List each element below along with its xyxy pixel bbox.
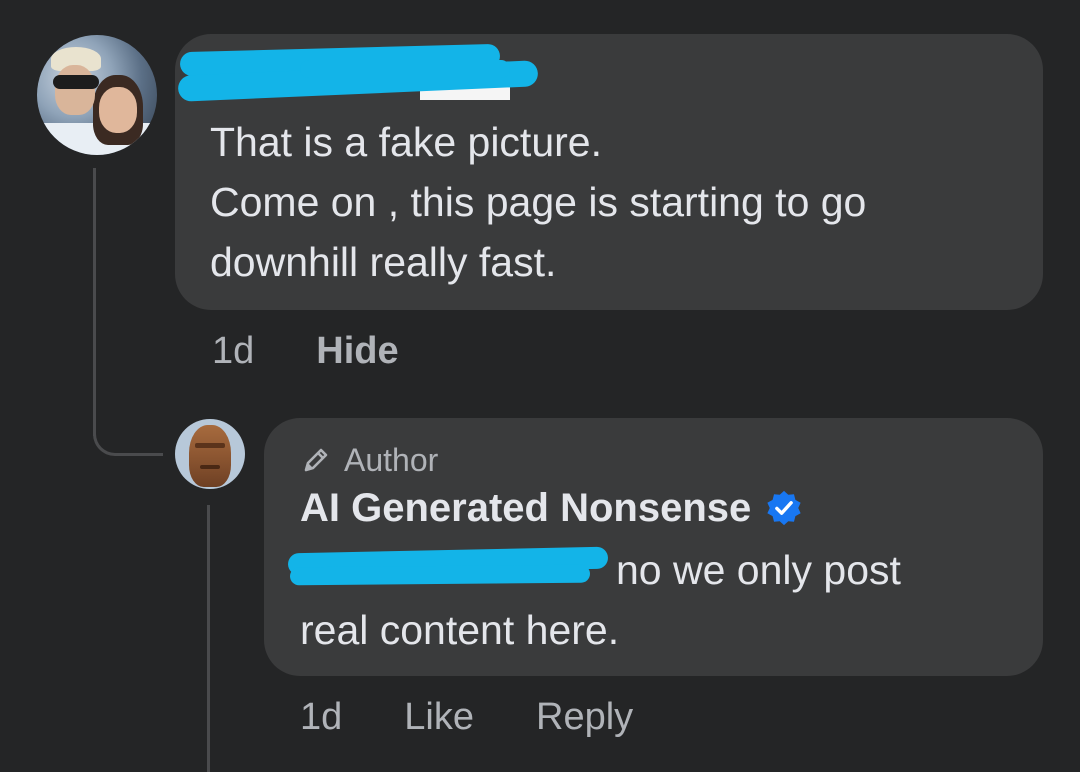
pencil-icon	[304, 448, 328, 472]
author-avatar[interactable]	[175, 419, 245, 489]
redaction-mark	[289, 564, 591, 586]
reply-text-line-2: real content here.	[300, 607, 620, 653]
author-name-row: AI Generated Nonsense	[300, 484, 803, 532]
verified-badge-icon	[767, 490, 801, 526]
hide-button[interactable]: Hide	[316, 330, 398, 373]
commenter-avatar[interactable]	[37, 35, 157, 155]
reply-button[interactable]: Reply	[536, 696, 633, 739]
author-badge-label: Author	[344, 441, 439, 478]
comment-text: That is a fake picture. Come on , this p…	[210, 119, 867, 285]
thread-connector	[93, 168, 96, 436]
comment-timestamp[interactable]: 1d	[212, 330, 254, 373]
like-button[interactable]: Like	[404, 696, 474, 739]
redaction-mark	[300, 60, 510, 78]
reply-actions: 1d Like Reply	[300, 696, 633, 739]
reply-text-line-1: no we only post	[616, 547, 901, 593]
comment-actions: 1d Hide	[212, 330, 399, 373]
reply-timestamp[interactable]: 1d	[300, 696, 342, 739]
thread-connector-curve	[93, 416, 163, 456]
author-badge: Author	[300, 438, 438, 482]
comment-thread: That is a fake picture. Come on , this p…	[0, 0, 1080, 772]
author-name[interactable]: AI Generated Nonsense	[300, 486, 751, 531]
thread-connector	[207, 505, 210, 772]
